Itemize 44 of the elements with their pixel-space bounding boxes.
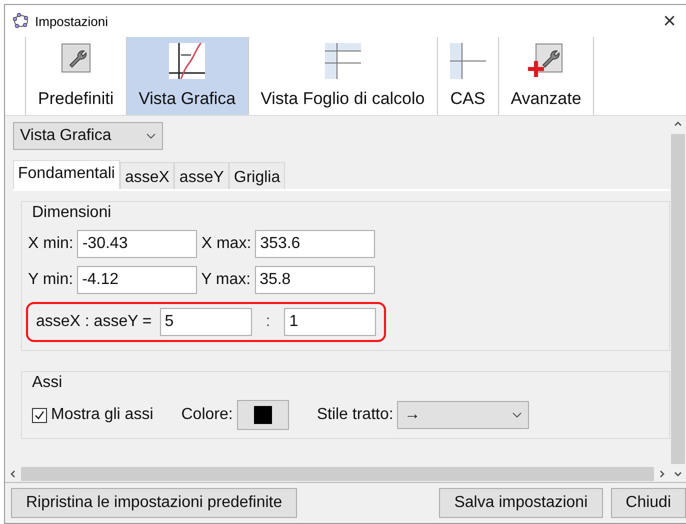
- show-axes-checkbox[interactable]: Mostra gli assi: [32, 406, 154, 424]
- field-label: Y max:: [201, 271, 251, 289]
- group-title: Assi: [32, 374, 64, 392]
- advanced-settings-icon: [528, 43, 564, 77]
- tab[interactable]: asseY: [174, 162, 229, 189]
- field-label: asseX : asseY =: [36, 313, 152, 331]
- tab[interactable]: Griglia: [228, 162, 286, 189]
- field-label: Y min:: [28, 271, 74, 289]
- close-button[interactable]: ×: [661, 8, 678, 34]
- input-field[interactable]: 35.8: [254, 266, 375, 294]
- chevron-left-icon: [9, 470, 17, 478]
- input-field[interactable]: 5: [160, 308, 252, 336]
- reset-button[interactable]: Ripristina le impostazioni predefinite: [11, 488, 298, 518]
- field-label: Stile tratto:: [316, 406, 394, 424]
- cas-icon: [450, 43, 486, 79]
- window-title: Impostazioni: [35, 14, 109, 28]
- line-style-dropdown[interactable]: →: [397, 401, 530, 429]
- chevron-down-icon: [674, 470, 682, 478]
- spreadsheet-icon: [324, 43, 361, 79]
- input-field[interactable]: -30.43: [77, 230, 198, 258]
- app-logo-icon: [13, 13, 29, 29]
- toolbar-tab[interactable]: Vista Grafica: [126, 37, 248, 115]
- chevron-up-icon: [674, 120, 682, 128]
- color-button[interactable]: [236, 400, 289, 430]
- toolbar-tab[interactable]: Avanzate: [498, 37, 594, 115]
- graph-icon: [169, 43, 206, 79]
- input-field[interactable]: -4.12: [77, 266, 198, 294]
- view-dropdown[interactable]: Vista Grafica: [13, 122, 163, 150]
- save-button[interactable]: Salva impostazioni: [439, 488, 603, 518]
- field-label: Colore:: [181, 406, 233, 424]
- chevron-right-icon: [658, 470, 666, 478]
- ratio-separator: :: [266, 313, 270, 331]
- checkbox-box[interactable]: [32, 408, 47, 422]
- wrench-icon: [60, 43, 91, 73]
- tab[interactable]: asseX: [120, 162, 174, 189]
- field-label: X max:: [201, 235, 252, 253]
- input-field[interactable]: 1: [284, 308, 376, 336]
- input-field[interactable]: 353.6: [255, 230, 376, 258]
- field-label: X min:: [28, 235, 74, 253]
- close-dialog-button[interactable]: Chiudi: [610, 488, 686, 518]
- group-title: Dimensioni: [32, 204, 112, 222]
- tab[interactable]: Fondamentali: [13, 160, 120, 189]
- chevron-down-icon: [146, 133, 156, 139]
- chevron-down-icon: [512, 412, 522, 418]
